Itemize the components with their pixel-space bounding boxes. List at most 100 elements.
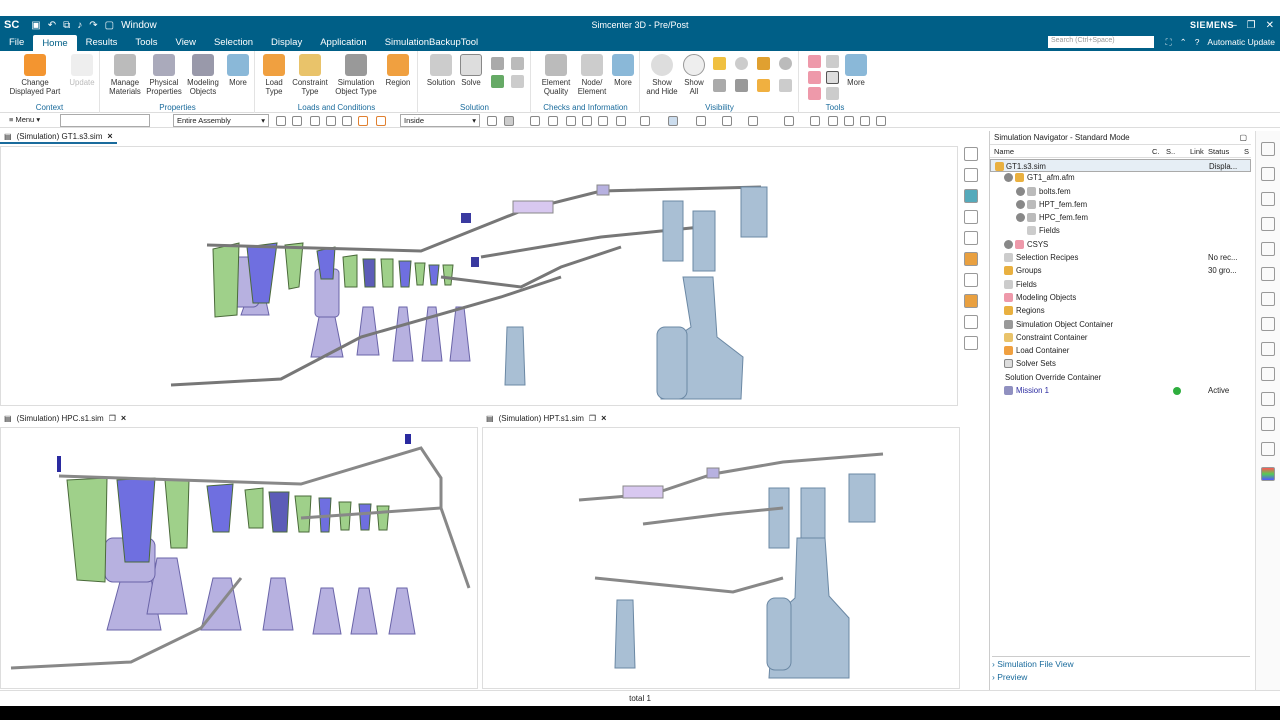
menu-results[interactable]: Results <box>77 37 127 51</box>
history-icon[interactable] <box>1261 417 1275 431</box>
tree-row[interactable]: GT1.s3.sim Displa... <box>990 159 1251 173</box>
reuse-library-icon[interactable] <box>1261 242 1275 256</box>
view-tool-icon[interactable] <box>582 116 592 126</box>
save-icon[interactable]: ▣ <box>31 20 40 31</box>
selection-tool-icon[interactable] <box>342 116 352 126</box>
window-menu[interactable]: Window <box>121 20 157 31</box>
tree-row[interactable]: Solver Sets <box>990 357 1251 370</box>
menu-view[interactable]: View <box>167 37 205 51</box>
simulation-file-view-toggle[interactable]: › Simulation File View <box>992 656 1250 670</box>
tab-hpt-sim[interactable]: ▤ (Simulation) HPT.s1.sim ❐ × <box>482 411 610 425</box>
tree-row[interactable]: bolts.fem <box>990 185 1251 198</box>
column-s2[interactable]: S <box>1244 147 1249 157</box>
close-icon[interactable]: ✕ <box>1266 20 1274 31</box>
solution-tool-icon[interactable] <box>491 57 504 70</box>
viewport-gt1[interactable] <box>0 146 958 406</box>
checks-more-button[interactable]: More <box>610 54 636 88</box>
view-tool-icon[interactable] <box>748 116 758 126</box>
restore-icon[interactable]: ❐ <box>1247 20 1256 31</box>
menu-simulation-backup-tool[interactable]: SimulationBackupTool <box>376 37 487 51</box>
manage-materials-button[interactable]: Manage Materials <box>107 54 143 96</box>
region-button[interactable]: Region <box>382 54 414 88</box>
load-type-button[interactable]: Load Type <box>260 54 288 96</box>
measure-icon[interactable] <box>784 116 794 126</box>
preview-toggle[interactable]: › Preview <box>992 672 1250 686</box>
visibility-eye-icon[interactable] <box>1004 173 1013 183</box>
column-c[interactable]: C. <box>1152 147 1166 157</box>
visibility-eye-icon[interactable] <box>1004 239 1013 249</box>
visibility-tool-3-icon[interactable] <box>757 57 770 70</box>
cube-icon[interactable] <box>964 189 978 203</box>
column-s[interactable]: S.. <box>1166 147 1190 157</box>
tree-row[interactable]: Groups 30 gro... <box>990 264 1251 277</box>
close-tab-icon[interactable]: × <box>601 413 606 423</box>
tab-gt1-sim[interactable]: ▤ (Simulation) GT1.s3.sim × <box>0 130 117 144</box>
part-navigator-icon[interactable] <box>1261 192 1275 206</box>
tree-row[interactable]: HPC_fem.fem <box>990 211 1251 224</box>
tools-more-button[interactable]: More <box>844 54 868 88</box>
tab-hpc-sim[interactable]: ▤ (Simulation) HPC.s1.sim ❐ × <box>0 411 130 425</box>
selection-mode-select[interactable]: Inside ▾ <box>400 114 480 127</box>
command-search-input[interactable]: Search (Ctrl+Space) <box>1048 36 1154 48</box>
visibility-tool-8-icon[interactable] <box>779 79 792 92</box>
maximize-panel-icon[interactable]: ▢ <box>1239 133 1247 142</box>
viewport-hpc[interactable] <box>0 427 478 689</box>
simulation-navigator-icon[interactable] <box>1261 167 1275 181</box>
menu-file[interactable]: File <box>0 37 33 51</box>
snap-tool-icon[interactable] <box>860 116 870 126</box>
tree-row[interactable]: Simulation Object Container <box>990 318 1251 331</box>
color-bar-icon[interactable] <box>1261 467 1275 481</box>
properties-more-button[interactable]: More <box>225 54 251 88</box>
grid-icon[interactable] <box>876 116 886 126</box>
selection-tool-icon[interactable] <box>358 116 368 126</box>
view-tool-icon[interactable] <box>668 116 678 126</box>
paint-icon[interactable] <box>964 252 978 266</box>
node-element-button[interactable]: Node/ Element <box>574 54 610 96</box>
tree-row[interactable]: Mission 1 Active <box>990 384 1251 397</box>
tree-row[interactable]: GT1_afm.afm <box>990 171 1251 184</box>
column-name[interactable]: Name <box>990 147 1152 157</box>
solution-table-icon[interactable] <box>491 75 504 88</box>
square-icon[interactable] <box>964 336 978 350</box>
tree-row[interactable]: Regions <box>990 304 1251 317</box>
visibility-tool-2-icon[interactable] <box>735 57 748 70</box>
tree-row[interactable]: HPT_fem.fem <box>990 198 1251 211</box>
pen-icon[interactable] <box>964 147 978 161</box>
show-and-hide-button[interactable]: Show and Hide <box>645 54 679 96</box>
visibility-tool-5-icon[interactable] <box>713 79 726 92</box>
close-tab-icon[interactable]: × <box>121 413 126 423</box>
view-tool-icon[interactable] <box>616 116 626 126</box>
view-tool-icon[interactable] <box>696 116 706 126</box>
view-tool-icon[interactable] <box>566 116 576 126</box>
text-icon[interactable] <box>826 71 839 84</box>
crop-icon[interactable] <box>1261 442 1275 456</box>
tools-6-icon[interactable] <box>826 87 839 100</box>
menu-display[interactable]: Display <box>262 37 311 51</box>
brush-icon[interactable] <box>964 231 978 245</box>
solution-list-icon[interactable] <box>511 75 524 88</box>
visibility-eye-icon[interactable] <box>1016 186 1025 196</box>
update-button[interactable]: Update <box>68 54 96 88</box>
viewport-hpt[interactable] <box>482 427 960 689</box>
solve-button[interactable]: Solve <box>459 54 483 88</box>
menu-dropdown[interactable]: ≡ Menu ▾ <box>6 114 50 127</box>
tree-row[interactable]: Fields <box>990 278 1251 291</box>
view-tool-icon[interactable] <box>598 116 608 126</box>
help-icon[interactable]: ? <box>1195 37 1200 48</box>
column-link[interactable]: Link <box>1190 147 1208 157</box>
wrench-icon[interactable] <box>1261 292 1275 306</box>
eye-off-icon[interactable] <box>964 168 978 182</box>
visibility-eye-icon[interactable] <box>1016 199 1025 209</box>
view-tool-icon[interactable] <box>640 116 650 126</box>
tree-row[interactable]: CSYS <box>990 238 1251 251</box>
roles-icon[interactable] <box>1261 317 1275 331</box>
tree-row[interactable]: Selection Recipes No rec... <box>990 251 1251 264</box>
type-filter-select[interactable] <box>60 114 150 127</box>
view-tool-icon[interactable] <box>530 116 540 126</box>
copy-icon[interactable]: ⧉ <box>63 20 70 31</box>
selection-tool-icon[interactable] <box>276 116 286 126</box>
palette-icon[interactable] <box>1261 267 1275 281</box>
minimize-icon[interactable]: – <box>1231 20 1237 31</box>
restore-window-icon[interactable]: ❐ <box>109 414 116 423</box>
tree-row[interactable]: Modeling Objects <box>990 291 1251 304</box>
